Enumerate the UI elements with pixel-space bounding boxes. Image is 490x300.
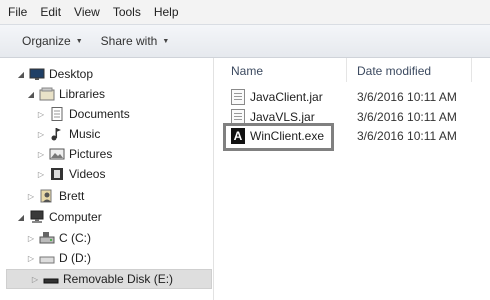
collapsed-arrow-icon[interactable]: ▷ xyxy=(26,254,36,263)
column-divider[interactable] xyxy=(346,58,347,82)
tree-item-label: Libraries xyxy=(59,87,106,101)
expanded-arrow-icon[interactable]: ◢ xyxy=(26,90,36,99)
tree-item-label: Computer xyxy=(49,210,102,224)
tree-item-computer[interactable]: ◢ Computer xyxy=(16,207,102,227)
collapsed-arrow-icon[interactable]: ▷ xyxy=(26,192,36,201)
menu-bar: File Edit View Tools Help xyxy=(0,0,490,24)
collapsed-arrow-icon[interactable]: ▷ xyxy=(30,275,40,284)
tree-item-desktop[interactable]: ◢ Desktop xyxy=(16,64,93,84)
libraries-icon xyxy=(39,87,55,101)
menu-view[interactable]: View xyxy=(74,5,100,19)
drive-icon xyxy=(39,251,55,265)
file-date-modified: 3/6/2016 10:11 AM xyxy=(357,129,457,143)
drive-icon xyxy=(39,231,55,245)
organize-button[interactable]: Organize ▼ xyxy=(22,34,83,48)
column-header-label: Name xyxy=(231,64,264,78)
menu-edit[interactable]: Edit xyxy=(40,5,61,19)
chevron-down-icon: ▼ xyxy=(162,37,170,45)
tree-item-documents[interactable]: ▷ Documents xyxy=(36,104,130,124)
tree-item-label: Videos xyxy=(69,167,106,181)
column-header-label: Date modified xyxy=(357,64,432,78)
tree-item-c-drive[interactable]: ▷ C (C:) xyxy=(26,228,91,248)
collapsed-arrow-icon[interactable]: ▷ xyxy=(36,110,46,119)
tree-item-label: Music xyxy=(69,127,101,141)
file-list-pane: Name Date modified JavaClient.jar 3/6/20… xyxy=(215,58,490,300)
tree-item-label: Documents xyxy=(69,107,130,121)
user-folder-icon xyxy=(39,189,55,203)
jar-file-icon xyxy=(231,89,245,105)
computer-icon xyxy=(29,210,45,224)
file-name: JavaVLS.jar xyxy=(250,110,315,124)
tree-item-label: Pictures xyxy=(69,147,113,161)
navigation-pane: ◢ Desktop ◢ Libraries ▷ Documents ▷ Musi… xyxy=(0,58,214,300)
tree-item-label: Brett xyxy=(59,189,85,203)
tree-item-brett[interactable]: ▷ Brett xyxy=(26,186,84,206)
tree-item-pictures[interactable]: ▷ Pictures xyxy=(36,144,112,164)
menu-file[interactable]: File xyxy=(8,5,27,19)
tree-item-d-drive[interactable]: ▷ D (D:) xyxy=(26,248,91,268)
file-row-javaclient[interactable]: JavaClient.jar 3/6/2016 10:11 AM xyxy=(231,87,486,107)
highlight-box xyxy=(223,123,334,151)
expanded-arrow-icon[interactable]: ◢ xyxy=(16,70,26,79)
music-icon xyxy=(49,127,65,141)
file-date-modified: 3/6/2016 10:11 AM xyxy=(357,110,457,124)
tree-item-videos[interactable]: ▷ Videos xyxy=(36,164,106,184)
tree-item-removable-disk[interactable]: ▷ Removable Disk (E:) xyxy=(6,269,212,289)
command-bar: Organize ▼ Share with ▼ xyxy=(0,24,490,58)
collapsed-arrow-icon[interactable]: ▷ xyxy=(26,234,36,243)
collapsed-arrow-icon[interactable]: ▷ xyxy=(36,130,46,139)
removable-disk-icon xyxy=(43,272,59,286)
tree-item-label: Removable Disk (E:) xyxy=(63,272,174,286)
column-divider[interactable] xyxy=(471,58,472,82)
share-with-label: Share with xyxy=(100,34,158,48)
organize-label: Organize xyxy=(22,34,71,48)
desktop-icon xyxy=(29,67,45,81)
expanded-arrow-icon[interactable]: ◢ xyxy=(16,213,26,222)
pictures-icon xyxy=(49,147,65,161)
menu-tools[interactable]: Tools xyxy=(113,5,141,19)
tree-item-label: D (D:) xyxy=(59,251,91,265)
menu-help[interactable]: Help xyxy=(154,5,179,19)
videos-icon xyxy=(49,167,65,181)
file-date-modified: 3/6/2016 10:11 AM xyxy=(357,90,457,104)
tree-item-label: C (C:) xyxy=(59,231,91,245)
column-header-date-modified[interactable]: Date modified xyxy=(357,60,431,82)
file-name: JavaClient.jar xyxy=(250,90,323,104)
documents-icon xyxy=(49,107,65,121)
collapsed-arrow-icon[interactable]: ▷ xyxy=(36,150,46,159)
chevron-down-icon: ▼ xyxy=(75,37,83,45)
collapsed-arrow-icon[interactable]: ▷ xyxy=(36,170,46,179)
tree-item-label: Desktop xyxy=(49,67,94,81)
tree-item-libraries[interactable]: ◢ Libraries xyxy=(26,84,105,104)
column-header-name[interactable]: Name xyxy=(231,60,263,82)
tree-item-music[interactable]: ▷ Music xyxy=(36,124,100,144)
share-with-button[interactable]: Share with ▼ xyxy=(101,34,170,48)
